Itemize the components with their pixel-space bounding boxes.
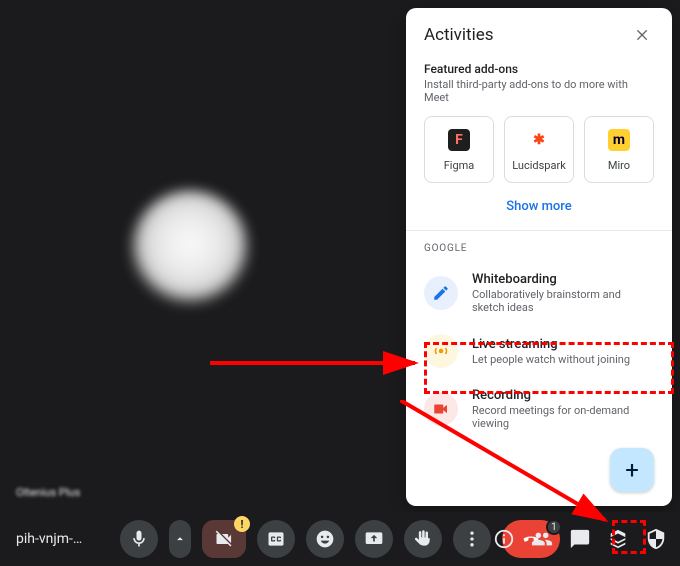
activity-subtitle: Let people watch without joining — [472, 353, 630, 366]
whiteboard-icon — [424, 276, 458, 310]
activities-scroll[interactable]: Featured add-ons Install third-party add… — [406, 58, 672, 448]
addon-figma[interactable]: F Figma — [424, 116, 494, 183]
activities-header: Activities — [406, 8, 672, 58]
activity-subtitle: Record meetings for on-demand viewing — [472, 404, 654, 430]
people-button[interactable]: 1 — [530, 527, 554, 551]
show-more-link[interactable]: Show more — [424, 183, 654, 226]
activity-title: Whiteboarding — [472, 272, 654, 287]
divider — [406, 230, 672, 231]
add-activity-button[interactable]: + — [610, 448, 654, 492]
meeting-details-button[interactable] — [492, 527, 516, 551]
record-icon — [424, 392, 458, 426]
activities-title: Activities — [424, 25, 494, 45]
host-controls-button[interactable] — [644, 527, 668, 551]
lucidspark-icon: ✱ — [528, 129, 550, 151]
activity-text: Recording Record meetings for on-demand … — [472, 388, 654, 430]
participant-video-blur — [130, 190, 250, 310]
chat-button[interactable] — [568, 527, 592, 551]
addon-miro[interactable]: m Miro — [584, 116, 654, 183]
camera-button[interactable]: ! — [202, 520, 246, 558]
camera-warning-badge: ! — [234, 516, 250, 532]
activity-live-streaming[interactable]: Live streaming Let people watch without … — [406, 324, 672, 378]
figma-icon: F — [448, 129, 470, 151]
featured-title: Featured add-ons — [424, 62, 654, 76]
mic-button[interactable] — [120, 520, 158, 558]
emoji-button[interactable] — [306, 520, 344, 558]
activity-text: Whiteboarding Collaboratively brainstorm… — [472, 272, 654, 314]
activity-subtitle: Collaboratively brainstorm and sketch id… — [472, 288, 654, 314]
addon-label: Miro — [589, 159, 649, 172]
raise-hand-button[interactable] — [404, 520, 442, 558]
meeting-code: pih-vnjm-… — [16, 531, 82, 547]
captions-button[interactable] — [257, 520, 295, 558]
present-button[interactable] — [355, 520, 393, 558]
livestream-icon — [424, 334, 458, 368]
addon-lucidspark[interactable]: ✱ Lucidspark — [504, 116, 574, 183]
bottom-bar: pih-vnjm-… ! — [0, 512, 680, 566]
addon-label: Lucidspark — [509, 159, 569, 172]
plus-icon: + — [625, 456, 639, 484]
activity-text: Live streaming Let people watch without … — [472, 337, 630, 366]
activity-whiteboarding[interactable]: Whiteboarding Collaboratively brainstorm… — [406, 262, 672, 324]
featured-section: Featured add-ons Install third-party add… — [406, 62, 672, 226]
mic-options-button[interactable] — [169, 520, 191, 558]
google-section-label: GOOGLE — [406, 243, 672, 262]
more-options-button[interactable] — [453, 520, 491, 558]
miro-icon: m — [608, 129, 630, 151]
activity-recording[interactable]: Recording Record meetings for on-demand … — [406, 378, 672, 440]
people-count-badge: 1 — [546, 519, 562, 535]
featured-subtitle: Install third-party add-ons to do more w… — [424, 78, 654, 104]
activities-button[interactable] — [606, 527, 630, 551]
activity-title: Recording — [472, 388, 654, 403]
close-icon[interactable] — [632, 24, 654, 46]
activities-panel: Activities Featured add-ons Install thir… — [406, 8, 672, 506]
addon-row: F Figma ✱ Lucidspark m Miro — [424, 116, 654, 183]
addon-label: Figma — [429, 159, 489, 172]
activity-title: Live streaming — [472, 337, 630, 352]
participant-name: Oltenius Plus — [16, 486, 80, 499]
